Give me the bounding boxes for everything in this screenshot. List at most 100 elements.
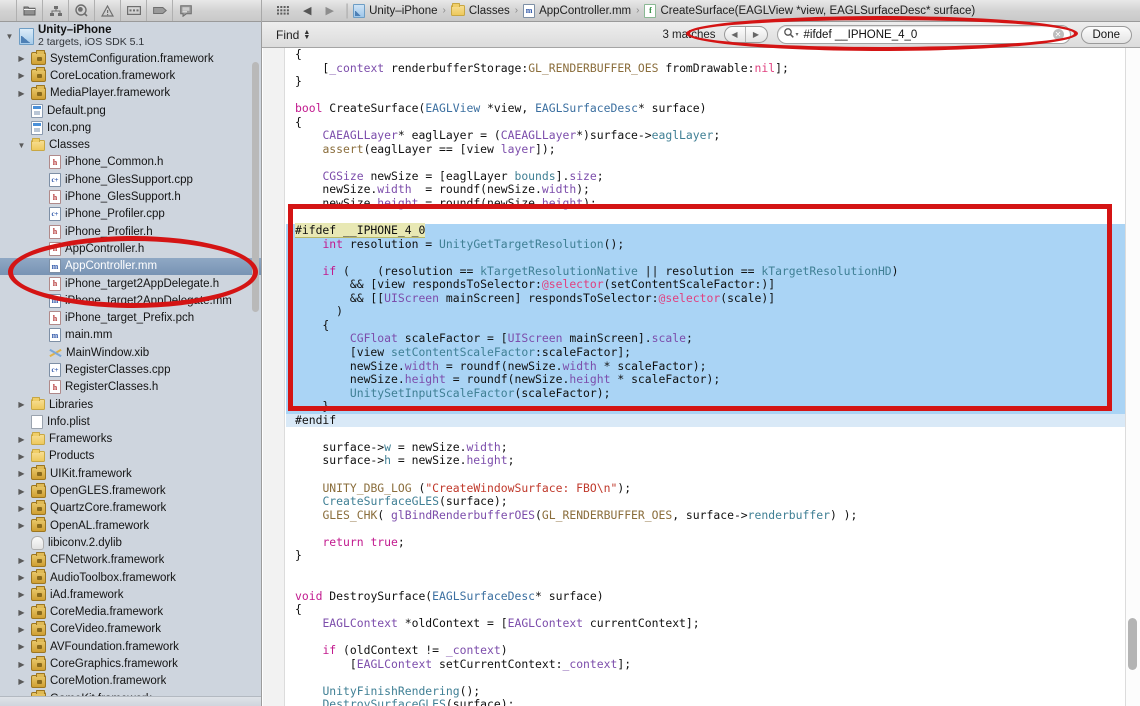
- code-line[interactable]: [286, 89, 1140, 103]
- code-line[interactable]: && [view respondsToSelector:@selector(se…: [286, 278, 1140, 292]
- file-tree-row[interactable]: c+ RegisterClasses.cpp: [0, 361, 261, 378]
- code-line[interactable]: int resolution = UnityGetTargetResolutio…: [286, 237, 1140, 252]
- file-tree-row[interactable]: ▶ AudioToolbox.framework: [0, 569, 261, 586]
- code-line[interactable]: {: [286, 318, 1140, 333]
- breadcrumb-item-classes[interactable]: Classes: [450, 3, 510, 17]
- editor-gutter[interactable]: [263, 48, 285, 706]
- code-line[interactable]: UnityFinishRendering();: [286, 684, 1140, 699]
- code-line[interactable]: bool CreateSurface(EAGLView *view, EAGLS…: [286, 101, 1140, 116]
- code-line[interactable]: #endif: [286, 413, 1140, 428]
- disclosure-triangle-icon[interactable]: ▶: [16, 573, 27, 582]
- file-tree-row[interactable]: ▶ CoreLocation.framework: [0, 67, 261, 84]
- nav-back-button[interactable]: ◀: [296, 4, 318, 17]
- disclosure-triangle-icon[interactable]: ▶: [16, 608, 27, 617]
- disclosure-triangle-icon[interactable]: ▶: [16, 677, 27, 686]
- code-line[interactable]: [286, 522, 1140, 536]
- code-line[interactable]: [286, 671, 1140, 685]
- disclosure-triangle-icon[interactable]: ▶: [16, 89, 27, 98]
- file-tree-row[interactable]: ▶ AVFoundation.framework: [0, 638, 261, 655]
- code-line[interactable]: [EAGLContext setCurrentContext:_context]…: [286, 657, 1140, 672]
- disclosure-triangle-icon[interactable]: ▶: [16, 504, 27, 513]
- find-mode-stepper[interactable]: ▲ ▼: [303, 29, 310, 41]
- code-line[interactable]: [286, 211, 1140, 225]
- disclosure-triangle-icon[interactable]: ▶: [16, 71, 27, 80]
- file-tree-row[interactable]: Info.plist: [0, 413, 261, 430]
- search-input[interactable]: ▾ #ifdef __IPHONE_4_0 ✕: [776, 25, 1071, 44]
- source-code-editor[interactable]: { [_context renderbufferStorage:GL_RENDE…: [263, 48, 1140, 706]
- code-line[interactable]: && [[UIScreen mainScreen] respondsToSele…: [286, 291, 1140, 306]
- chevron-down-icon[interactable]: ▾: [796, 31, 799, 38]
- code-line[interactable]: surface->w = newSize.width;: [286, 440, 1140, 455]
- code-line[interactable]: CAEAGLLayer* eaglLayer = (CAEAGLLayer*)s…: [286, 129, 1140, 143]
- code-line[interactable]: if ( (resolution == kTargetResolutionNat…: [286, 264, 1140, 279]
- code-line[interactable]: newSize.width = roundf(newSize.width * s…: [286, 359, 1140, 374]
- file-tree-row[interactable]: ▶ iAd.framework: [0, 586, 261, 603]
- file-tree-row[interactable]: ▶ Products: [0, 448, 261, 465]
- code-line[interactable]: [286, 156, 1140, 170]
- disclosure-triangle-icon[interactable]: ▶: [16, 590, 27, 599]
- sidebar-scrollbar-thumb[interactable]: [252, 62, 259, 312]
- breakpoint-icon[interactable]: [146, 0, 172, 21]
- code-line[interactable]: void DestroySurface(EAGLSurfaceDesc* sur…: [286, 589, 1140, 604]
- code-line[interactable]: [286, 468, 1140, 482]
- file-tree-row[interactable]: c+ iPhone_GlesSupport.cpp: [0, 171, 261, 188]
- file-tree-row[interactable]: MainWindow.xib: [0, 344, 261, 361]
- log-report-icon[interactable]: [172, 0, 198, 21]
- code-line[interactable]: GLES_CHK( glBindRenderbufferOES(GL_RENDE…: [286, 508, 1140, 523]
- file-tree-row[interactable]: ▶ Libraries: [0, 396, 261, 413]
- code-line[interactable]: [_context renderbufferStorage:GL_RENDERB…: [286, 61, 1140, 76]
- warning-icon[interactable]: [94, 0, 120, 21]
- code-line[interactable]: [286, 563, 1140, 577]
- file-tree-row[interactable]: ▼ Classes: [0, 136, 261, 153]
- file-tree-row[interactable]: m iPhone_target2AppDelegate.mm: [0, 292, 261, 309]
- code-line[interactable]: newSize.height = roundf(newSize.height);: [286, 196, 1140, 211]
- find-previous-button[interactable]: ◀: [725, 27, 746, 42]
- code-line[interactable]: UNITY_DBG_LOG ("CreateWindowSurface: FBO…: [286, 481, 1140, 496]
- file-tree-row[interactable]: ▶ UIKit.framework: [0, 465, 261, 482]
- code-line[interactable]: CGFloat scaleFactor = [UIScreen mainScre…: [286, 332, 1140, 347]
- file-tree-row[interactable]: ▶ CFNetwork.framework: [0, 551, 261, 569]
- code-line[interactable]: }: [286, 548, 1140, 563]
- clear-search-icon[interactable]: ✕: [1052, 29, 1064, 40]
- disclosure-triangle-icon[interactable]: ▶: [16, 642, 27, 651]
- disclosure-triangle-icon[interactable]: ▶: [16, 625, 27, 634]
- file-tree-row[interactable]: ▶ QuartzCore.framework: [0, 499, 261, 517]
- code-line[interactable]: surface->h = newSize.height;: [286, 454, 1140, 468]
- file-tree-row[interactable]: ▶ CoreGraphics.framework: [0, 655, 261, 672]
- folder-icon[interactable]: [16, 0, 42, 21]
- disclosure-triangle-icon[interactable]: ▼: [4, 32, 15, 41]
- code-line[interactable]: newSize.width = roundf(newSize.width);: [286, 183, 1140, 197]
- file-tree-row[interactable]: m AppController.mm: [0, 257, 261, 275]
- search-input-value[interactable]: #ifdef __IPHONE_4_0: [804, 29, 1053, 41]
- file-tree-row[interactable]: ▶ OpenGLES.framework: [0, 482, 261, 499]
- find-nav-segmented-control[interactable]: ◀ ▶: [723, 26, 768, 43]
- file-tree-row[interactable]: ▶ Frameworks: [0, 431, 261, 448]
- file-tree-row[interactable]: ▶ CoreMedia.framework: [0, 603, 261, 621]
- breadcrumb-item-function[interactable]: f CreateSurface(EAGLView *view, EAGLSurf…: [644, 3, 975, 18]
- disclosure-triangle-icon[interactable]: ▶: [16, 469, 27, 478]
- disclosure-triangle-icon[interactable]: ▶: [16, 556, 27, 565]
- code-line[interactable]: [286, 631, 1140, 645]
- code-line[interactable]: ): [286, 305, 1140, 319]
- code-line[interactable]: {: [286, 48, 1140, 62]
- code-line[interactable]: DestroySurfaceGLES(surface);: [286, 697, 1140, 706]
- code-line[interactable]: [286, 427, 1140, 441]
- code-line[interactable]: {: [286, 603, 1140, 617]
- code-line[interactable]: [286, 251, 1140, 265]
- code-line[interactable]: UnitySetInputScaleFactor(scaleFactor);: [286, 386, 1140, 401]
- file-tree-row[interactable]: ▶ MediaPlayer.framework: [0, 84, 261, 102]
- file-tree-row[interactable]: h iPhone_target_Prefix.pch: [0, 309, 261, 326]
- hierarchy-icon[interactable]: [42, 0, 68, 21]
- sidebar-scrollbar[interactable]: [250, 22, 261, 706]
- disclosure-triangle-icon[interactable]: ▶: [16, 660, 27, 669]
- disclosure-triangle-icon[interactable]: ▶: [16, 452, 27, 461]
- nav-forward-button[interactable]: ▶: [318, 4, 340, 17]
- find-next-button[interactable]: ▶: [746, 27, 767, 42]
- grid-icon[interactable]: [270, 0, 296, 21]
- file-tree-row[interactable]: c+ iPhone_Profiler.cpp: [0, 206, 261, 223]
- file-tree-row[interactable]: ▶ OpenAL.framework: [0, 517, 261, 534]
- file-tree-row[interactable]: ▶ CoreMotion.framework: [0, 672, 261, 690]
- code-line[interactable]: #ifdef __IPHONE_4_0: [286, 223, 1140, 238]
- file-tree-row[interactable]: h iPhone_GlesSupport.h: [0, 188, 261, 205]
- file-tree-row[interactable]: ▶ SystemConfiguration.framework: [0, 50, 261, 67]
